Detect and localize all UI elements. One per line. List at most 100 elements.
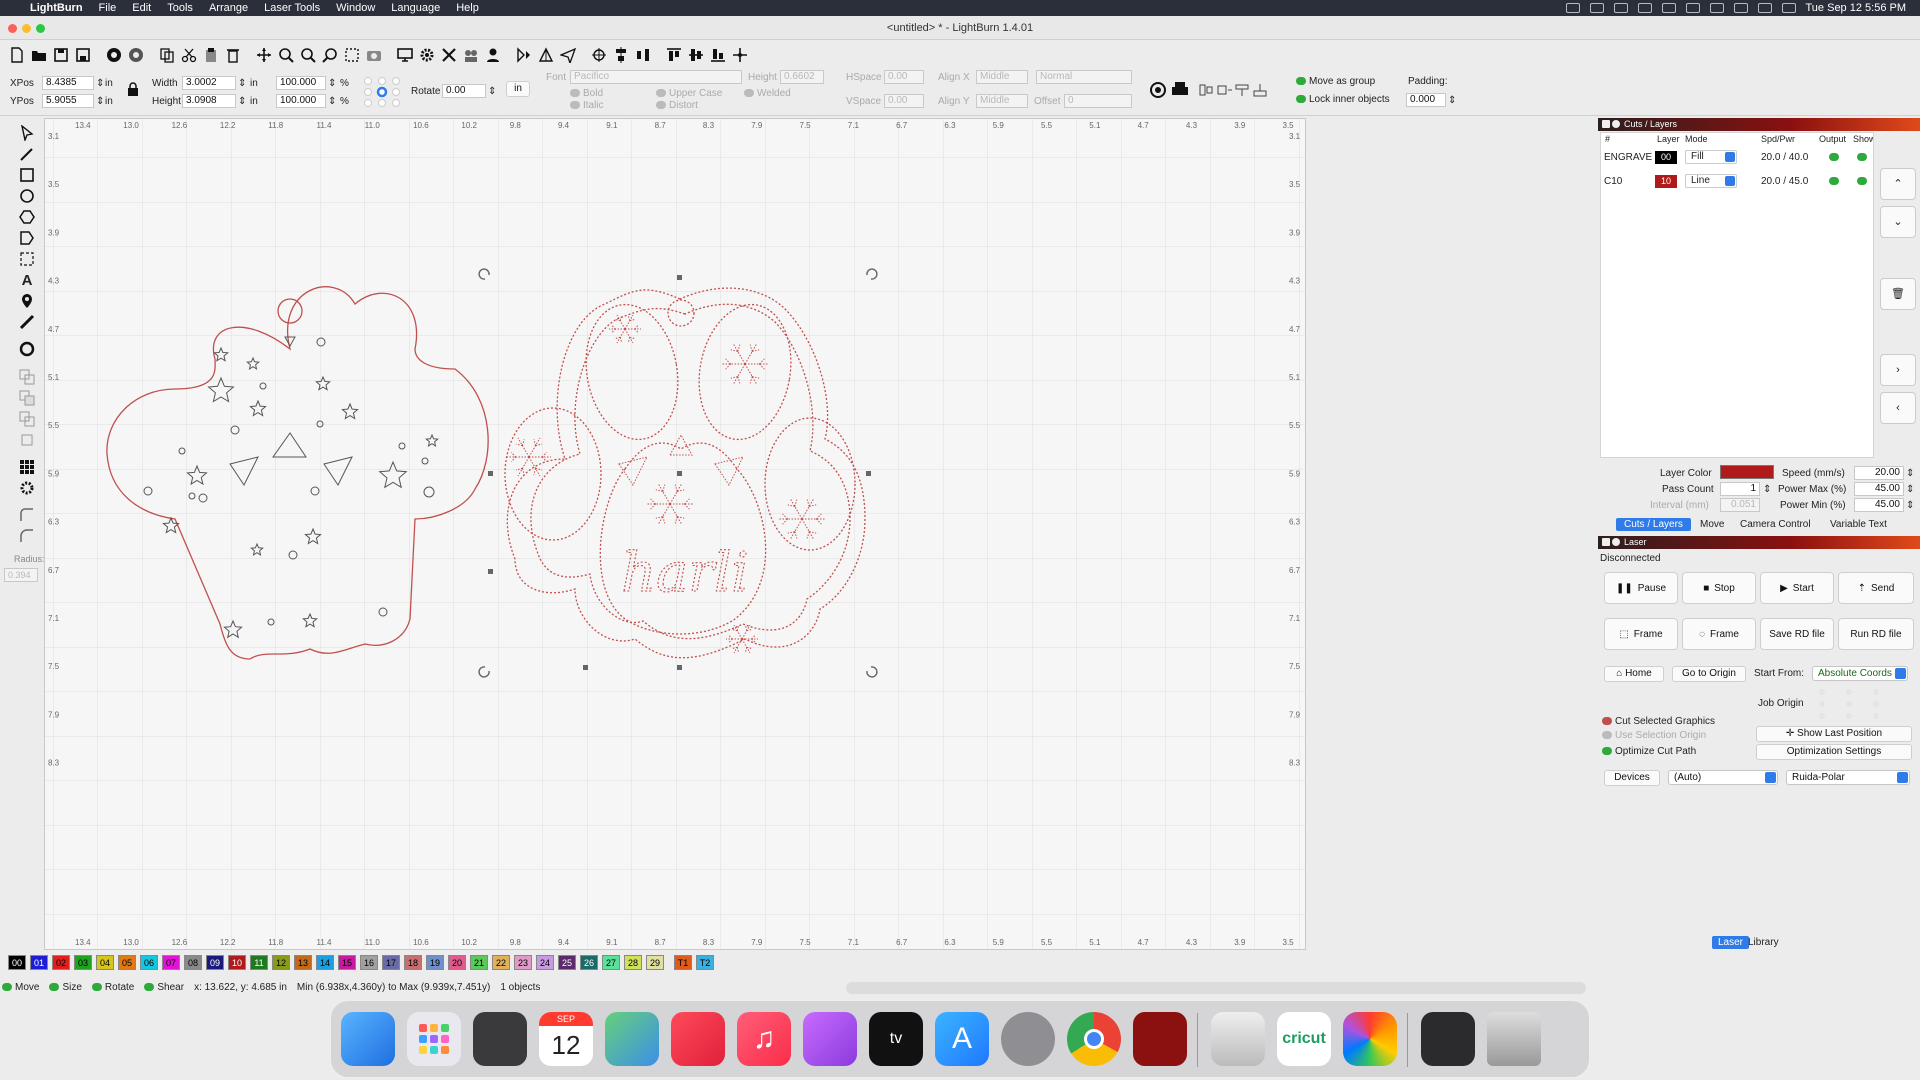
- spin-icon[interactable]: ⇕: [238, 96, 246, 107]
- rectangle-tool-icon[interactable]: [16, 166, 38, 184]
- boolean-subtract-icon[interactable]: [16, 389, 38, 407]
- layer-show-toggle[interactable]: [1857, 153, 1867, 161]
- group-icon[interactable]: [460, 44, 481, 66]
- align-icon[interactable]: [610, 44, 631, 66]
- cut-selected-graphics-checkbox[interactable]: Cut Selected Graphics: [1602, 716, 1715, 727]
- palette-swatch-09[interactable]: 09: [206, 955, 224, 970]
- import-icon[interactable]: [103, 44, 124, 66]
- paste-icon[interactable]: [200, 44, 221, 66]
- layer-number-badge[interactable]: 10: [1655, 175, 1677, 188]
- zoom-window-button[interactable]: [36, 24, 45, 33]
- palette-swatch-10[interactable]: 10: [228, 955, 246, 970]
- start-button[interactable]: ▶ Start: [1760, 572, 1834, 604]
- measure-ruler-icon[interactable]: [16, 313, 38, 331]
- close-panel-icon[interactable]: [1602, 538, 1610, 546]
- anchor-grid[interactable]: [362, 76, 402, 108]
- palette-swatch-26[interactable]: 26: [580, 955, 598, 970]
- printer-utility-icon[interactable]: [1211, 1012, 1265, 1066]
- canvas-drawing[interactable]: 13.4 13.0 12.6 12.2 11.8 11.4 11.0 10.6 10.2 9.8 9…: [45, 119, 1306, 950]
- chrome-icon[interactable]: [1067, 1012, 1121, 1066]
- align-middle-icon[interactable]: [685, 44, 706, 66]
- interval-field[interactable]: 0.051: [1720, 498, 1760, 512]
- hspace-field[interactable]: 0.00: [884, 70, 924, 84]
- spin-icon[interactable]: ⇕: [96, 78, 104, 89]
- recent-window-icon[interactable]: [1421, 1012, 1475, 1066]
- show-last-position-button[interactable]: ✛ Show Last Position: [1756, 726, 1912, 742]
- status-app-icon[interactable]: [1589, 3, 1604, 13]
- padding-field[interactable]: 0.000: [1406, 93, 1446, 107]
- palette-swatch-T1[interactable]: T1: [674, 955, 692, 970]
- palette-swatch-16[interactable]: 16: [360, 955, 378, 970]
- tab-camera-control[interactable]: Camera Control: [1740, 519, 1811, 530]
- font-select[interactable]: Pacifico: [570, 70, 742, 84]
- units-toggle-button[interactable]: in: [506, 81, 530, 97]
- calendar-icon[interactable]: SEP 12: [539, 1012, 593, 1066]
- home-button[interactable]: ⌂ Home: [1604, 666, 1664, 682]
- rotate-field[interactable]: 0.00: [442, 84, 486, 98]
- camera-icon[interactable]: [363, 44, 384, 66]
- pan-icon[interactable]: [253, 44, 274, 66]
- menu-window[interactable]: Window: [328, 2, 383, 14]
- speed-field[interactable]: 20.00: [1854, 466, 1904, 480]
- menu-language[interactable]: Language: [383, 2, 448, 14]
- lightburn-icon[interactable]: [1133, 1012, 1187, 1066]
- size-toggle[interactable]: Size: [49, 980, 82, 996]
- copy-icon[interactable]: [156, 44, 177, 66]
- start-from-select[interactable]: Absolute Coords: [1812, 666, 1908, 681]
- rubber-band-frame-button[interactable]: ◌ Frame: [1682, 618, 1756, 650]
- spin-icon[interactable]: ⇕: [96, 96, 104, 107]
- palette-swatch-11[interactable]: 11: [250, 955, 268, 970]
- text-tool-icon[interactable]: A: [16, 271, 38, 289]
- spin-icon[interactable]: ⇕: [1906, 468, 1914, 479]
- port-select[interactable]: (Auto): [1668, 770, 1778, 785]
- pause-button[interactable]: ❚❚ Pause: [1604, 572, 1678, 604]
- job-origin-selector[interactable]: [1814, 686, 1884, 722]
- tab-move[interactable]: Move: [1700, 519, 1724, 530]
- photos-icon[interactable]: [1343, 1012, 1397, 1066]
- palette-swatch-04[interactable]: 04: [96, 955, 114, 970]
- edit-nodes-icon[interactable]: [16, 145, 38, 163]
- bluetooth-icon[interactable]: [1685, 3, 1700, 13]
- close-window-button[interactable]: [8, 24, 17, 33]
- menu-tools[interactable]: Tools: [159, 2, 201, 14]
- send-icon[interactable]: [557, 44, 578, 66]
- spin-icon[interactable]: ⇕: [1906, 500, 1914, 511]
- spin-icon[interactable]: ⇕: [328, 78, 336, 89]
- menu-edit[interactable]: Edit: [124, 2, 159, 14]
- expand-right-button[interactable]: ›: [1880, 354, 1916, 386]
- location-pin-icon[interactable]: [16, 292, 38, 310]
- layer-show-toggle[interactable]: [1857, 177, 1867, 185]
- close-panel-icon[interactable]: [1602, 120, 1610, 128]
- menu-arrange[interactable]: Arrange: [201, 2, 256, 14]
- status-app-icon[interactable]: [1613, 3, 1628, 13]
- news-icon[interactable]: [671, 1012, 725, 1066]
- welded-checkbox[interactable]: Welded: [744, 88, 791, 99]
- palette-swatch-06[interactable]: 06: [140, 955, 158, 970]
- app-menu[interactable]: LightBurn: [22, 2, 91, 14]
- corner-tool-icon[interactable]: [16, 506, 38, 524]
- palette-swatch-T2[interactable]: T2: [696, 955, 714, 970]
- center-icon[interactable]: [588, 44, 609, 66]
- fillet-tool-icon[interactable]: [16, 527, 38, 545]
- palette-swatch-07[interactable]: 07: [162, 955, 180, 970]
- spin-icon[interactable]: ⇕: [1448, 95, 1456, 106]
- optimize-cut-path-checkbox[interactable]: Optimize Cut Path: [1602, 746, 1696, 757]
- horizontal-scrollbar[interactable]: [846, 982, 1586, 994]
- layer-row[interactable]: C10 10 Line 20.0 / 45.0: [1601, 171, 1873, 193]
- zoom-selection-icon[interactable]: [341, 44, 362, 66]
- crosshair-icon[interactable]: [729, 44, 750, 66]
- printer-icon[interactable]: [1170, 80, 1190, 100]
- delete-icon[interactable]: [222, 44, 243, 66]
- width-field[interactable]: 3.0002: [182, 76, 236, 90]
- select-arrow-icon[interactable]: [16, 124, 38, 142]
- palette-swatch-05[interactable]: 05: [118, 955, 136, 970]
- trash-icon[interactable]: [1487, 1012, 1541, 1066]
- new-file-icon[interactable]: [6, 44, 27, 66]
- status-app-icon[interactable]: [1565, 3, 1580, 13]
- distort-checkbox[interactable]: Distort: [656, 100, 698, 111]
- ellipse-tool-icon[interactable]: [16, 187, 38, 205]
- array-tools-icons[interactable]: [1198, 82, 1268, 98]
- save-icon[interactable]: [50, 44, 71, 66]
- minimize-window-button[interactable]: [22, 24, 31, 33]
- palette-swatch-13[interactable]: 13: [294, 955, 312, 970]
